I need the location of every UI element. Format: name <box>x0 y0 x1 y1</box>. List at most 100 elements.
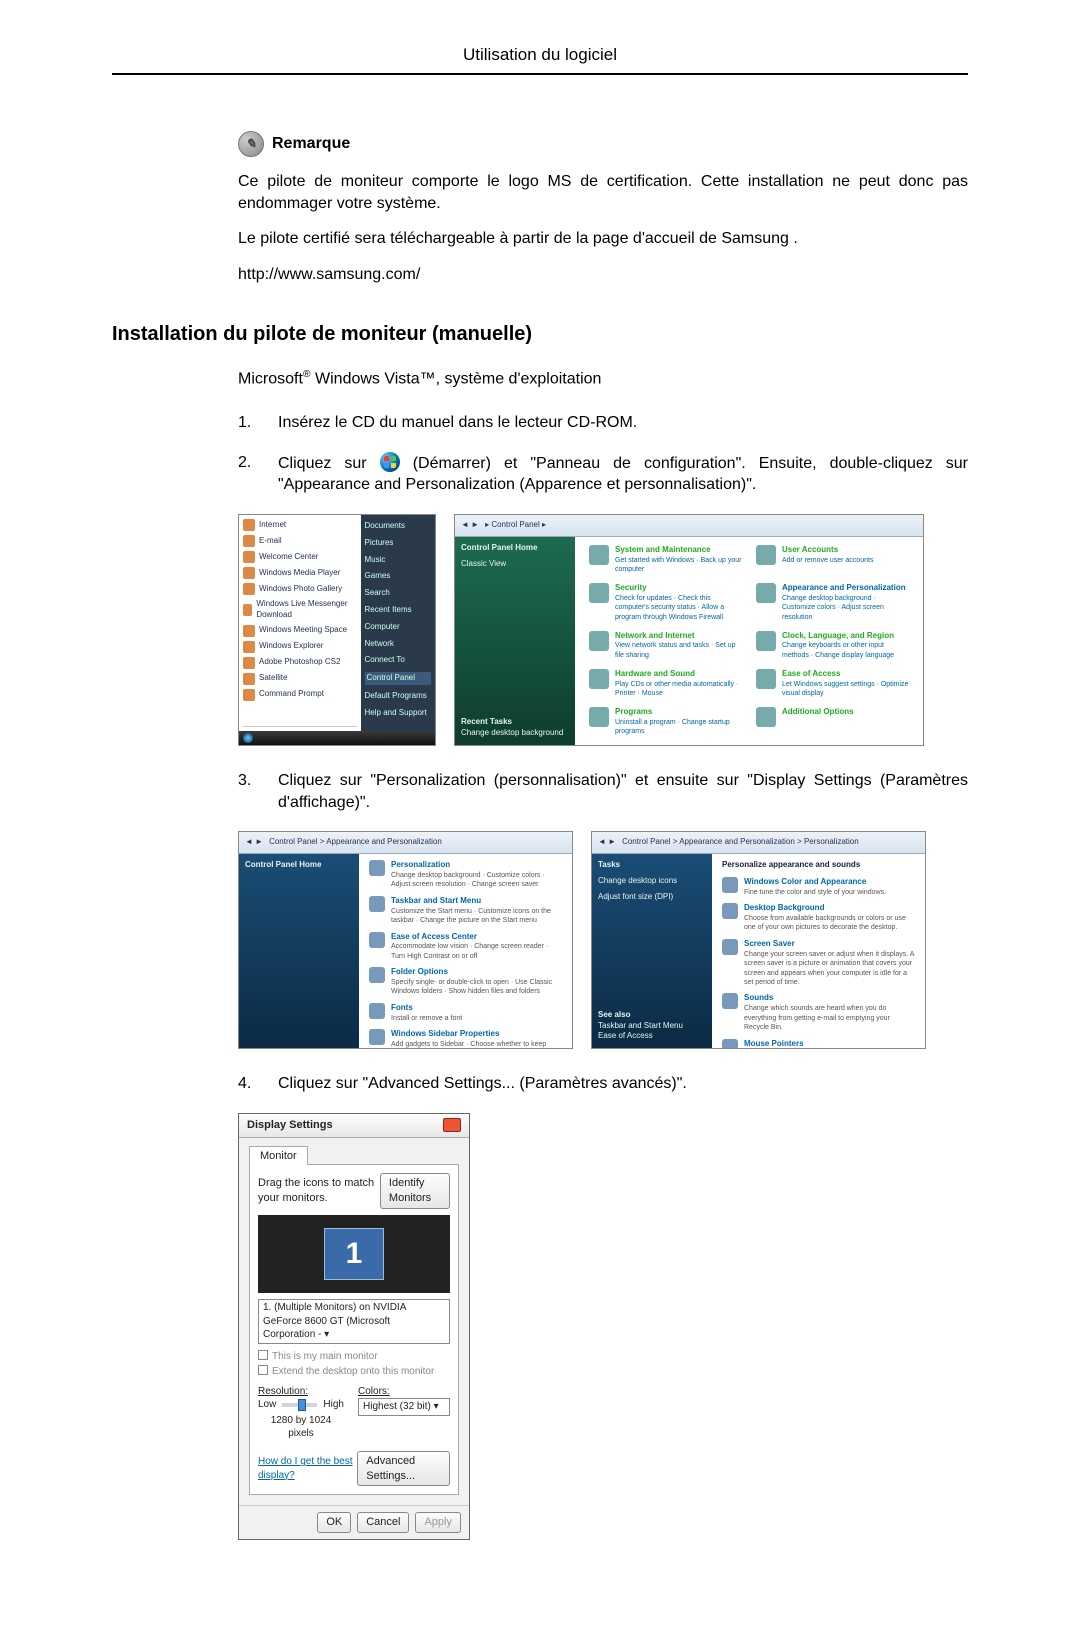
sm-pin-10: Command Prompt <box>259 689 324 700</box>
pers-item-1: Desktop Background <box>744 903 915 914</box>
cp-cat-2: Security <box>615 583 742 594</box>
sm-pin-5: Windows Live Messenger Download <box>256 599 356 621</box>
os-reg: ® <box>303 369 311 380</box>
sm-r-1: Pictures <box>365 538 431 549</box>
pers-seealso-0: Taskbar and Start Menu <box>598 1021 706 1032</box>
sm-r-0: Documents <box>365 521 431 532</box>
note-block: ✎ Remarque Ce pilote de moniteur comport… <box>238 131 968 285</box>
sm-r-4: Search <box>365 588 431 599</box>
pers-heading: Personalize appearance and sounds <box>722 860 915 871</box>
note-line-1: Ce pilote de moniteur comporte le logo M… <box>238 171 968 214</box>
screenshot-appearance-panel: ◄ ► Control Panel > Appearance and Perso… <box>238 831 573 1049</box>
sm-pin-3: Windows Media Player <box>259 568 340 579</box>
step-4-num: 4. <box>238 1073 256 1095</box>
ap-item-4s: Install or remove a font <box>391 1014 462 1023</box>
res-low: Low <box>258 1398 276 1412</box>
cp-cat-3: Appearance and Personalization <box>782 583 909 594</box>
ap-item-0: Personalization <box>391 860 562 871</box>
taskbar-start-icon <box>243 733 253 743</box>
cp-cat-0s: Get started with Windows · Back up your … <box>615 556 742 575</box>
step-2-screenshots: Internet E-mail Welcome Center Windows M… <box>238 514 968 746</box>
sm-pin-9: Satellite <box>259 673 287 684</box>
close-icon[interactable] <box>443 1118 461 1132</box>
cp-cat-6: Hardware and Sound <box>615 669 742 680</box>
ap-side-title: Control Panel Home <box>245 860 353 871</box>
chk-extend <box>258 1365 268 1375</box>
colors-select[interactable]: Highest (32 bit) ▾ <box>358 1398 450 1416</box>
sm-r-2: Music <box>365 555 431 566</box>
os-suffix: , système d'exploitation <box>436 371 602 388</box>
pers-tasks-hd: Tasks <box>598 860 706 871</box>
step-4-text: Cliquez sur "Advanced Settings... (Param… <box>278 1073 968 1095</box>
start-orb-icon <box>380 452 400 472</box>
ok-button[interactable]: OK <box>317 1512 351 1533</box>
sm-r-8: Connect To <box>365 655 431 666</box>
sm-pin-0: Internet <box>259 520 286 531</box>
note-icon: ✎ <box>238 131 264 157</box>
cp-side-classic: Classic View <box>461 559 569 570</box>
help-link[interactable]: How do I get the best display? <box>258 1455 357 1482</box>
note-title: Remarque <box>272 133 350 155</box>
sm-pin-7: Windows Explorer <box>259 641 323 652</box>
cp-side-title: Control Panel Home <box>461 543 569 554</box>
cp-cat-4s: View network status and tasks · Set up f… <box>615 641 742 660</box>
res-high: High <box>323 1398 344 1412</box>
step-2-num: 2. <box>238 452 256 496</box>
pers-item-2: Screen Saver <box>744 939 915 950</box>
pers-task-0: Change desktop icons <box>598 876 706 887</box>
sm-r-11: Help and Support <box>365 708 431 719</box>
screenshot-control-panel: ◄ ► ▸ Control Panel ▸ Control Panel Home… <box>454 514 924 746</box>
res-value: 1280 by 1024 pixels <box>258 1414 344 1441</box>
step-3: 3. Cliquez sur "Personalization (personn… <box>238 770 968 813</box>
monitor-1-icon[interactable]: 1 <box>324 1228 384 1280</box>
ap-item-4: Fonts <box>391 1003 462 1014</box>
cp-breadcrumb: Control Panel <box>491 520 539 529</box>
page-header-title: Utilisation du logiciel <box>112 36 968 75</box>
ap-item-1: Taskbar and Start Menu <box>391 896 562 907</box>
pers-item-2s: Change your screen saver or adjust when … <box>744 950 915 988</box>
resolution-slider[interactable] <box>282 1403 317 1407</box>
note-url: http://www.samsung.com/ <box>238 264 968 286</box>
resolution-label: Resolution: <box>258 1385 344 1399</box>
cp-recent-tasks: Recent Tasks <box>461 717 569 728</box>
advanced-settings-button[interactable]: Advanced Settings... <box>357 1451 450 1487</box>
cp-cat-7: Ease of Access <box>782 669 909 680</box>
pers-seealso: See also <box>598 1010 706 1021</box>
sm-pin-8: Adobe Photoshop CS2 <box>259 657 340 668</box>
step-1-text: Insérez le CD du manuel dans le lecteur … <box>278 412 968 434</box>
ap-item-2: Ease of Access Center <box>391 932 562 943</box>
step-4: 4. Cliquez sur "Advanced Settings... (Pa… <box>238 1073 968 1095</box>
os-prefix: Microsoft <box>238 371 303 388</box>
chk-extend-label: Extend the desktop onto this monitor <box>272 1366 434 1377</box>
pers-item-0: Windows Color and Appearance <box>744 877 886 888</box>
ap-item-0s: Change desktop background · Customize co… <box>391 871 562 890</box>
identify-monitors-button[interactable]: Identify Monitors <box>380 1173 450 1209</box>
step-1: 1. Insérez le CD du manuel dans le lecte… <box>238 412 968 434</box>
tab-monitor[interactable]: Monitor <box>249 1146 308 1166</box>
sm-r-3: Games <box>365 571 431 582</box>
pers-seealso-1: Ease of Access <box>598 1031 706 1042</box>
cp-cat-3s: Change desktop background · Customize co… <box>782 594 909 622</box>
cp-cat-8s: Uninstall a program · Change startup pro… <box>615 718 742 737</box>
step-2-pre: Cliquez sur <box>278 455 367 472</box>
colors-label: Colors: <box>358 1385 450 1399</box>
sm-r-5: Recent Items <box>365 605 431 616</box>
cp-cat-4: Network and Internet <box>615 631 742 642</box>
pers-item-3: Sounds <box>744 993 915 1004</box>
cp-cat-8: Programs <box>615 707 742 718</box>
sm-pin-2: Welcome Center <box>259 552 318 563</box>
ap-item-5s: Add gadgets to Sidebar · Choose whether … <box>391 1040 562 1049</box>
pers-item-0s: Fine tune the color and style of your wi… <box>744 888 886 897</box>
sm-pin-1: E-mail <box>259 536 282 547</box>
pers-item-4: Mouse Pointers <box>744 1039 915 1050</box>
ap-item-3: Folder Options <box>391 967 562 978</box>
os-line: Microsoft® Windows Vista™, système d'exp… <box>238 368 968 390</box>
screenshot-start-menu: Internet E-mail Welcome Center Windows M… <box>238 514 436 746</box>
step-2-text: Cliquez sur (Démarrer) et "Panneau de co… <box>278 452 968 496</box>
cancel-button[interactable]: Cancel <box>357 1512 409 1533</box>
apply-button[interactable]: Apply <box>415 1512 461 1533</box>
cp-cat-1s: Add or remove user accounts <box>782 556 873 565</box>
monitor-select[interactable]: 1. (Multiple Monitors) on NVIDIA GeForce… <box>258 1299 450 1344</box>
cp-cat-6s: Play CDs or other media automatically · … <box>615 680 742 699</box>
pers-task-1: Adjust font size (DPI) <box>598 892 706 903</box>
